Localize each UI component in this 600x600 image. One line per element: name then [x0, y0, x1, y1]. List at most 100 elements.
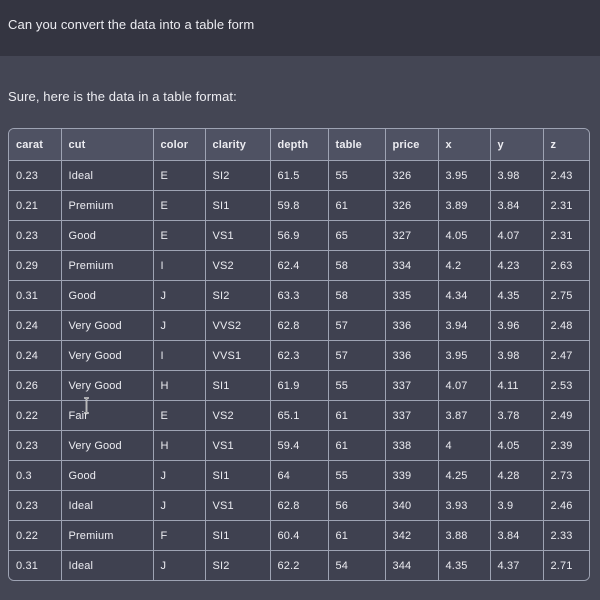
cell-depth: 64: [270, 460, 329, 491]
cell-x: 4.34: [438, 280, 491, 311]
cell-price: 340: [385, 490, 439, 521]
cell-cut: Fair: [61, 400, 154, 431]
column-header-color: color: [153, 129, 206, 161]
cell-y: 3.96: [490, 310, 544, 341]
cell-clarity: SI1: [205, 520, 271, 551]
cell-table: 55: [328, 460, 386, 491]
cell-depth: 60.4: [270, 520, 329, 551]
cell-carat: 0.31: [9, 550, 62, 580]
cell-clarity: VS1: [205, 490, 271, 521]
cell-table: 61: [328, 520, 386, 551]
cell-depth: 62.3: [270, 340, 329, 371]
cell-carat: 0.26: [9, 370, 62, 401]
cell-x: 3.87: [438, 400, 491, 431]
cell-price: 326: [385, 190, 439, 221]
cell-color: E: [153, 400, 206, 431]
cell-clarity: VVS2: [205, 310, 271, 341]
cell-carat: 0.22: [9, 400, 62, 431]
cell-color: J: [153, 490, 206, 521]
cell-table: 65: [328, 220, 386, 251]
cell-depth: 63.3: [270, 280, 329, 311]
cell-y: 4.11: [490, 370, 544, 401]
cell-depth: 62.8: [270, 490, 329, 521]
cell-color: I: [153, 250, 206, 281]
column-header-cut: cut: [61, 129, 154, 161]
cell-price: 326: [385, 160, 439, 191]
cell-cut: Ideal: [61, 490, 154, 521]
table-header-row: carat cut color clarity depth table price x y z: [9, 129, 589, 161]
table-row: 0.23 Very Good H VS1 59.4 61 338 4 4.05 2.39: [9, 430, 589, 461]
column-header-x: x: [438, 129, 491, 161]
cell-clarity: SI2: [205, 160, 271, 191]
cell-price: 338: [385, 430, 439, 461]
cell-x: 4.35: [438, 550, 491, 580]
cell-y: 4.23: [490, 250, 544, 281]
table-row: 0.26 Very Good H SI1 61.9 55 337 4.07 4.11 2.53: [9, 370, 589, 401]
cell-carat: 0.22: [9, 520, 62, 551]
cell-z: 2.39: [543, 430, 589, 461]
cell-depth: 61.5: [270, 160, 329, 191]
cell-x: 3.88: [438, 520, 491, 551]
table-row: 0.29 Premium I VS2 62.4 58 334 4.2 4.23 2.63: [9, 250, 589, 281]
chat-conversation: Can you convert the data into a table fo…: [0, 0, 600, 600]
column-header-price: price: [385, 129, 439, 161]
cell-cut: Good: [61, 220, 154, 251]
cell-table: 57: [328, 310, 386, 341]
cell-depth: 62.2: [270, 550, 329, 580]
cell-table: 55: [328, 370, 386, 401]
cell-x: 4: [438, 430, 491, 461]
cell-table: 61: [328, 430, 386, 461]
table-row: 0.31 Good J SI2 63.3 58 335 4.34 4.35 2.75: [9, 280, 589, 311]
cell-cut: Very Good: [61, 340, 154, 371]
cell-z: 2.43: [543, 160, 589, 191]
cell-clarity: VS1: [205, 220, 271, 251]
cell-color: J: [153, 460, 206, 491]
cell-cut: Premium: [61, 190, 154, 221]
cell-cut: Good: [61, 460, 154, 491]
cell-color: H: [153, 370, 206, 401]
cell-table: 55: [328, 160, 386, 191]
cell-cut: Premium: [61, 520, 154, 551]
cell-color: J: [153, 310, 206, 341]
cell-clarity: SI2: [205, 550, 271, 580]
table-row: 0.23 Ideal E SI2 61.5 55 326 3.95 3.98 2.43: [9, 160, 589, 191]
cell-z: 2.53: [543, 370, 589, 401]
cell-table: 58: [328, 250, 386, 281]
cell-color: F: [153, 520, 206, 551]
table-row: 0.23 Good E VS1 56.9 65 327 4.05 4.07 2.31: [9, 220, 589, 251]
cell-clarity: VS2: [205, 250, 271, 281]
cell-price: 339: [385, 460, 439, 491]
cell-carat: 0.24: [9, 310, 62, 341]
cell-y: 4.28: [490, 460, 544, 491]
cell-z: 2.31: [543, 190, 589, 221]
cell-x: 4.05: [438, 220, 491, 251]
cell-color: J: [153, 550, 206, 580]
cell-price: 335: [385, 280, 439, 311]
column-header-z: z: [543, 129, 589, 161]
table-row: 0.31 Ideal J SI2 62.2 54 344 4.35 4.37 2.71: [9, 550, 589, 580]
cell-y: 3.98: [490, 160, 544, 191]
cell-z: 2.75: [543, 280, 589, 311]
cell-color: I: [153, 340, 206, 371]
cell-y: 3.84: [490, 520, 544, 551]
table-row: 0.24 Very Good I VVS1 62.3 57 336 3.95 3.98 2.47: [9, 340, 589, 371]
cell-cut: Premium: [61, 250, 154, 281]
assistant-message-text: Sure, here is the data in a table format…: [8, 89, 237, 104]
cell-x: 4.07: [438, 370, 491, 401]
cell-x: 3.94: [438, 310, 491, 341]
cell-price: 337: [385, 400, 439, 431]
cell-clarity: VVS1: [205, 340, 271, 371]
cell-color: E: [153, 160, 206, 191]
cell-x: 4.25: [438, 460, 491, 491]
cell-price: 334: [385, 250, 439, 281]
table-row: 0.3 Good J SI1 64 55 339 4.25 4.28 2.73: [9, 460, 589, 491]
cell-carat: 0.3: [9, 460, 62, 491]
cell-z: 2.33: [543, 520, 589, 551]
cell-depth: 61.9: [270, 370, 329, 401]
column-header-carat: carat: [9, 129, 62, 161]
cell-carat: 0.31: [9, 280, 62, 311]
cell-clarity: SI1: [205, 370, 271, 401]
cell-price: 327: [385, 220, 439, 251]
cell-y: 4.05: [490, 430, 544, 461]
cell-table: 57: [328, 340, 386, 371]
